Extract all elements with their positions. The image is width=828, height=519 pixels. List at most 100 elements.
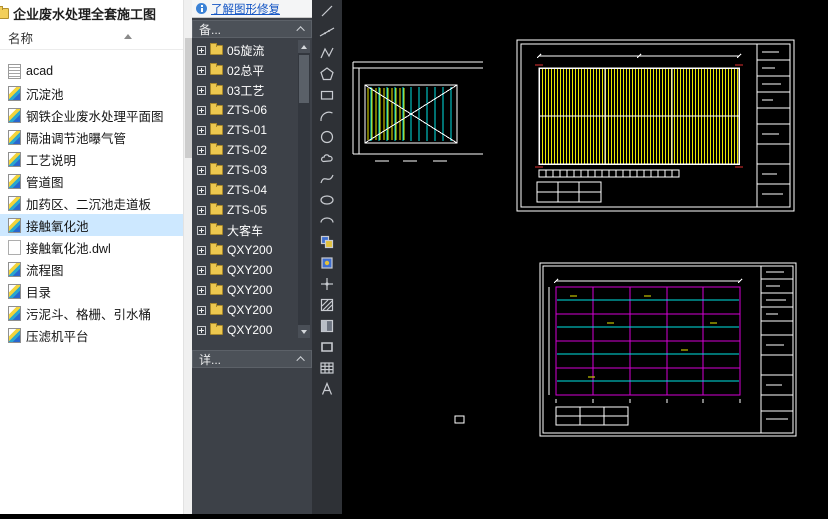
name-column-label: 名称 bbox=[8, 32, 34, 46]
folder-icon bbox=[210, 203, 223, 215]
folder-icon bbox=[210, 223, 223, 235]
drawing-recovery-link[interactable]: 了解图形修复 bbox=[211, 1, 280, 17]
details-section-header[interactable]: 详... bbox=[192, 350, 312, 368]
tree-item-label: ZTS-06 bbox=[227, 103, 268, 117]
tree-item[interactable]: QXY200 bbox=[192, 260, 298, 280]
tree-item[interactable]: 05旋流 bbox=[192, 40, 298, 60]
tree-item[interactable]: ZTS-06 bbox=[192, 100, 298, 120]
tool-insert-block[interactable] bbox=[312, 231, 342, 252]
tool-region[interactable] bbox=[312, 336, 342, 357]
tree-item[interactable]: 03工艺 bbox=[192, 80, 298, 100]
tree-scrollbar[interactable] bbox=[298, 40, 310, 338]
tool-table[interactable] bbox=[312, 357, 342, 378]
tree-item[interactable]: QXY200 bbox=[192, 280, 298, 300]
tool-gradient[interactable] bbox=[312, 315, 342, 336]
tree-scrollbar-thumb[interactable] bbox=[299, 55, 309, 103]
tool-revision-cloud[interactable] bbox=[312, 147, 342, 168]
file-item[interactable]: 污泥斗、格栅、引水桶 bbox=[0, 302, 183, 324]
tree-item-label: 大客车 bbox=[227, 223, 264, 238]
tree-item[interactable]: QXY200 bbox=[192, 240, 298, 260]
tool-polyline[interactable] bbox=[312, 42, 342, 63]
file-item[interactable]: 沉淀池 bbox=[0, 82, 183, 104]
expand-plus-icon[interactable] bbox=[197, 185, 206, 195]
file-list-scrollbar-thumb[interactable] bbox=[185, 38, 192, 158]
file-item[interactable]: 钢铁企业废水处理平面图 bbox=[0, 104, 183, 126]
tool-multiline-text[interactable] bbox=[312, 378, 342, 399]
tree-item[interactable]: ZTS-04 bbox=[192, 180, 298, 200]
dwl-file-icon bbox=[8, 239, 21, 255]
scroll-up-button[interactable] bbox=[298, 40, 310, 53]
file-item[interactable]: 接触氧化池.dwl bbox=[0, 236, 183, 258]
draw-toolbar bbox=[312, 0, 342, 514]
folder-icon bbox=[210, 63, 223, 75]
file-item[interactable]: acad bbox=[0, 60, 183, 82]
expand-plus-icon[interactable] bbox=[197, 225, 206, 235]
dwg-file-icon bbox=[8, 217, 21, 233]
file-list-scrollbar[interactable] bbox=[183, 0, 192, 514]
tree-item-label: ZTS-04 bbox=[227, 183, 268, 197]
folder-icon bbox=[210, 163, 223, 175]
tree-item[interactable]: QXY200 bbox=[192, 300, 298, 320]
tree-item[interactable]: 大客车 bbox=[192, 220, 298, 240]
expand-plus-icon[interactable] bbox=[197, 165, 206, 175]
tool-point[interactable] bbox=[312, 273, 342, 294]
scroll-down-button[interactable] bbox=[298, 325, 310, 338]
tree-item-label: 02总平 bbox=[227, 63, 265, 78]
file-item-label: 污泥斗、格栅、引水桶 bbox=[26, 307, 152, 322]
folder-icon bbox=[210, 83, 223, 95]
expand-plus-icon[interactable] bbox=[197, 145, 206, 155]
tree-item-label: ZTS-05 bbox=[227, 203, 268, 217]
sheet-tree: 05旋流 02总平 03工艺 ZTS-06 ZTS-01 ZTS-02 ZTS-03 ZTS-… bbox=[192, 40, 298, 340]
file-item[interactable]: 接触氧化池 bbox=[0, 214, 183, 236]
file-item[interactable]: 工艺说明 bbox=[0, 148, 183, 170]
tool-line[interactable] bbox=[312, 0, 342, 21]
file-item[interactable]: 加药区、二沉池走道板 bbox=[0, 192, 183, 214]
tool-create-block[interactable] bbox=[312, 252, 342, 273]
expand-plus-icon[interactable] bbox=[197, 105, 206, 115]
expand-plus-icon[interactable] bbox=[197, 245, 206, 255]
expand-plus-icon[interactable] bbox=[197, 325, 206, 335]
tool-spline[interactable] bbox=[312, 168, 342, 189]
file-item[interactable]: 管道图 bbox=[0, 170, 183, 192]
tree-item[interactable]: ZTS-03 bbox=[192, 160, 298, 180]
expand-plus-icon[interactable] bbox=[197, 125, 206, 135]
file-item[interactable]: 隔油调节池曝气管 bbox=[0, 126, 183, 148]
expand-plus-icon[interactable] bbox=[197, 305, 206, 315]
tree-item[interactable]: ZTS-01 bbox=[192, 120, 298, 140]
expand-plus-icon[interactable] bbox=[197, 265, 206, 275]
point-icon bbox=[321, 277, 333, 290]
rectangle-icon bbox=[320, 90, 334, 100]
tool-arc[interactable] bbox=[312, 105, 342, 126]
tree-item-label: QXY200 bbox=[227, 243, 273, 257]
tool-hatch[interactable] bbox=[312, 294, 342, 315]
tree-item-label: ZTS-02 bbox=[227, 143, 268, 157]
drawing-canvas[interactable] bbox=[342, 0, 828, 514]
tree-item[interactable]: 02总平 bbox=[192, 60, 298, 80]
file-item[interactable]: 目录 bbox=[0, 280, 183, 302]
tree-item-label: 03工艺 bbox=[227, 83, 265, 98]
tool-construction-line[interactable] bbox=[312, 21, 342, 42]
tree-item-label: QXY200 bbox=[227, 323, 273, 337]
sheets-section-header[interactable]: 备... bbox=[192, 20, 312, 38]
expand-plus-icon[interactable] bbox=[197, 205, 206, 215]
tool-circle[interactable] bbox=[312, 126, 342, 147]
tree-item[interactable]: QXY200 bbox=[192, 320, 298, 340]
file-item[interactable]: 压滤机平台 bbox=[0, 324, 183, 346]
tree-item[interactable]: ZTS-02 bbox=[192, 140, 298, 160]
dwg-file-icon bbox=[8, 261, 21, 277]
collapse-icon bbox=[296, 26, 305, 35]
tool-polygon[interactable] bbox=[312, 63, 342, 84]
expand-plus-icon[interactable] bbox=[197, 45, 206, 55]
folder-icon bbox=[210, 243, 223, 255]
expand-plus-icon[interactable] bbox=[197, 65, 206, 75]
expand-plus-icon[interactable] bbox=[197, 285, 206, 295]
tool-ellipse-arc[interactable] bbox=[312, 210, 342, 231]
spline-icon bbox=[320, 174, 334, 183]
tool-ellipse[interactable] bbox=[312, 189, 342, 210]
file-item-label: 沉淀池 bbox=[26, 87, 64, 102]
name-column-header[interactable]: 名称 bbox=[0, 26, 192, 50]
expand-plus-icon[interactable] bbox=[197, 85, 206, 95]
tool-rectangle[interactable] bbox=[312, 84, 342, 105]
file-item[interactable]: 流程图 bbox=[0, 258, 183, 280]
tree-item[interactable]: ZTS-05 bbox=[192, 200, 298, 220]
